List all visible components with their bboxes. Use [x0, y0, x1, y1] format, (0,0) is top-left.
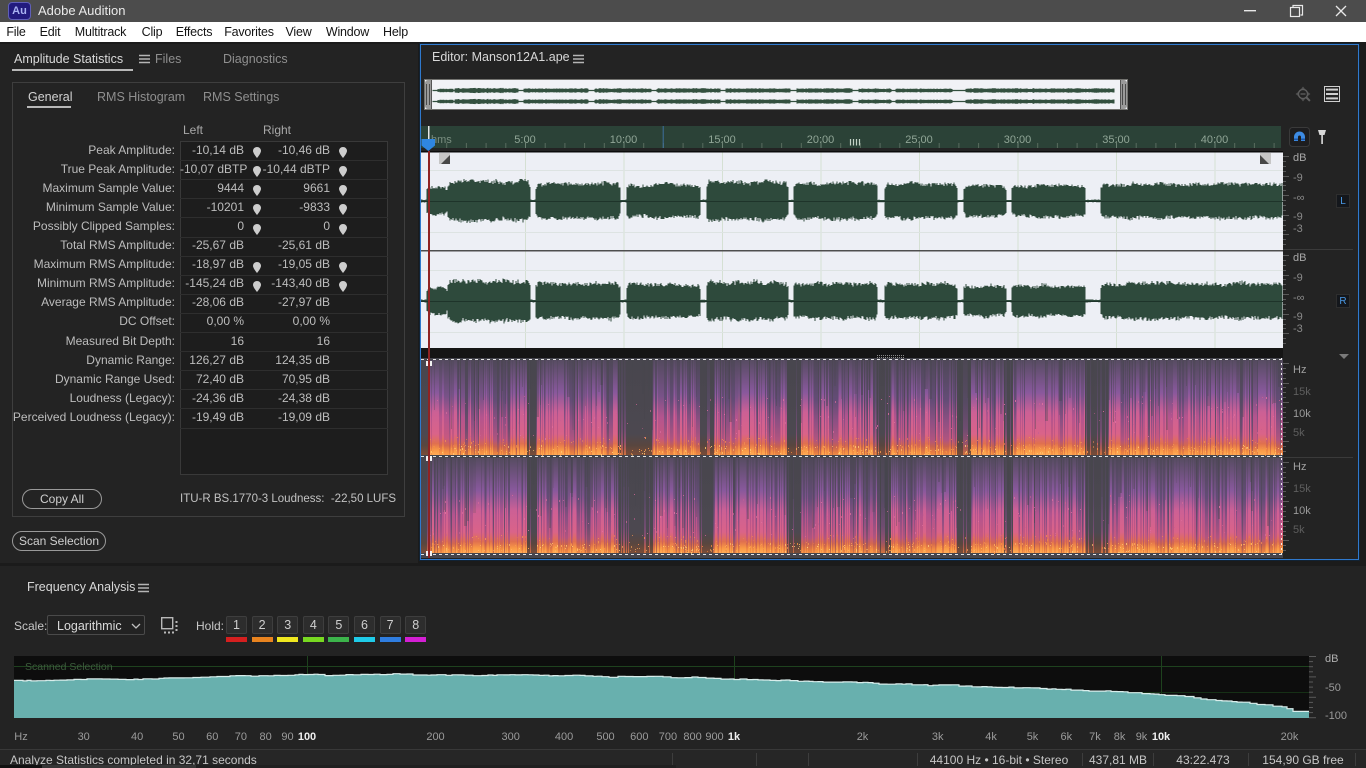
svg-text:Scanned Selection: Scanned Selection: [25, 661, 113, 673]
